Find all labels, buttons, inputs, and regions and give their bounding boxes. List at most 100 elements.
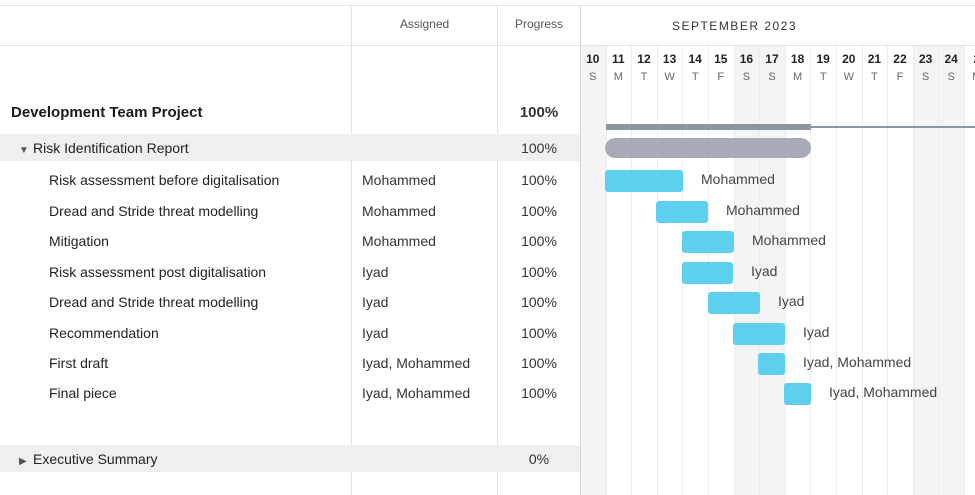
- progress-column-header[interactable]: Progress: [498, 17, 580, 31]
- day-gridline: [656, 46, 658, 495]
- group-summary-bar[interactable]: [605, 138, 811, 158]
- project-summary-bar[interactable]: [606, 124, 811, 130]
- group-progress: 100%: [521, 140, 557, 156]
- task-progress: 100%: [521, 203, 557, 219]
- day-gridline: [938, 46, 940, 495]
- col-divider-task: [351, 5, 352, 495]
- day-number: 15: [714, 52, 728, 66]
- day-number: 2: [964, 52, 975, 66]
- group-progress: 0%: [528, 451, 550, 467]
- task-progress: 100%: [521, 233, 557, 249]
- weekend-column: [912, 46, 939, 495]
- task-bar[interactable]: [708, 292, 760, 314]
- weekend-column: [580, 46, 606, 495]
- day-of-week: M: [964, 71, 975, 83]
- day-number: 16: [739, 52, 754, 66]
- day-number: 11: [612, 52, 625, 66]
- group-name: Executive Summary: [33, 451, 158, 467]
- task-progress: 100%: [521, 355, 557, 371]
- day-of-week: W: [664, 71, 675, 83]
- day-number: 10: [586, 52, 600, 66]
- day-of-week: W: [843, 71, 854, 83]
- task-name[interactable]: Dread and Stride threat modelling: [49, 294, 258, 310]
- day-number: 22: [893, 52, 907, 66]
- day-gridline: [964, 46, 965, 495]
- day-gridline: [733, 46, 735, 495]
- day-of-week: T: [819, 71, 827, 83]
- day-number: 20: [842, 52, 856, 66]
- task-assignee[interactable]: Iyad: [362, 294, 388, 310]
- day-gridline: [605, 46, 607, 495]
- day-of-week: S: [589, 71, 597, 83]
- task-name[interactable]: Risk assessment post digitalisation: [49, 264, 266, 280]
- task-bar[interactable]: [733, 323, 785, 345]
- task-bar[interactable]: [605, 170, 683, 192]
- task-progress: 100%: [521, 264, 557, 280]
- day-of-week: S: [921, 71, 930, 83]
- weekend-column: [938, 46, 964, 495]
- task-bar[interactable]: [784, 383, 811, 405]
- day-gridline: [836, 46, 837, 495]
- task-name[interactable]: Mitigation: [49, 233, 109, 249]
- project-timeline-line: [811, 126, 975, 128]
- project-name[interactable]: Development Team Project: [11, 104, 202, 121]
- task-bar-label: Iyad, Mohammed: [829, 384, 938, 400]
- task-assignee[interactable]: Mohammed: [362, 203, 436, 219]
- task-assignee[interactable]: Mohammed: [362, 233, 436, 249]
- day-number: 14: [688, 52, 702, 66]
- day-of-week: F: [717, 71, 725, 83]
- day-gridline: [912, 46, 914, 495]
- task-progress: 100%: [521, 172, 557, 188]
- task-progress: 100%: [521, 325, 557, 341]
- group-executive-summary[interactable]: ▶ Executive Summary: [19, 451, 157, 467]
- task-name[interactable]: First draft: [49, 355, 108, 371]
- task-assignee[interactable]: Iyad: [362, 264, 388, 280]
- col-divider-assigned: [497, 5, 498, 495]
- day-number: 17: [765, 52, 779, 66]
- task-bar[interactable]: [656, 201, 708, 223]
- day-of-week: T: [691, 71, 699, 83]
- task-bar-label: Iyad: [778, 293, 805, 309]
- day-number: 21: [867, 52, 882, 66]
- day-of-week: S: [768, 71, 776, 83]
- header-bottom-border: [0, 45, 975, 46]
- task-progress: 100%: [521, 385, 557, 401]
- day-of-week: T: [640, 71, 648, 83]
- task-progress: 100%: [521, 294, 557, 310]
- assigned-column-header[interactable]: Assigned: [352, 17, 497, 31]
- expand-caret-icon[interactable]: ▶: [19, 456, 33, 467]
- day-number: 19: [816, 52, 830, 66]
- task-bar[interactable]: [682, 262, 733, 284]
- task-assignee[interactable]: Mohammed: [362, 172, 436, 188]
- day-of-week: S: [947, 71, 955, 83]
- day-of-week: F: [896, 71, 904, 83]
- task-name[interactable]: Dread and Stride threat modelling: [49, 203, 258, 219]
- task-name[interactable]: Recommendation: [49, 325, 159, 341]
- group-name: Risk Identification Report: [33, 140, 189, 156]
- task-bar-label: Iyad: [751, 263, 778, 279]
- task-name[interactable]: Final piece: [49, 385, 117, 401]
- header-top-border: [0, 5, 975, 6]
- day-of-week: T: [871, 71, 878, 83]
- day-number: 23: [918, 52, 933, 66]
- task-bar[interactable]: [682, 231, 734, 253]
- task-bar-label: Mohammed: [752, 232, 826, 248]
- task-assignee[interactable]: Iyad: [362, 325, 388, 341]
- task-bar-label: Iyad: [803, 324, 830, 340]
- day-gridline: [784, 46, 786, 495]
- day-number: 24: [944, 52, 958, 66]
- group-risk-identification[interactable]: ▼ Risk Identification Report: [19, 140, 189, 156]
- day-gridline: [631, 46, 633, 495]
- day-of-week: S: [742, 71, 751, 83]
- task-assignee[interactable]: Iyad, Mohammed: [362, 385, 470, 401]
- day-gridline: [887, 46, 889, 495]
- day-of-week: M: [793, 71, 803, 83]
- task-assignee[interactable]: Iyad, Mohammed: [362, 355, 470, 371]
- day-gridline: [810, 46, 812, 495]
- task-bar-label: Mohammed: [726, 202, 800, 218]
- task-bar[interactable]: [758, 353, 785, 375]
- task-name[interactable]: Risk assessment before digitalisation: [49, 172, 279, 188]
- day-gridline: [861, 46, 863, 495]
- collapse-caret-icon[interactable]: ▼: [19, 145, 33, 156]
- task-bar-label: Mohammed: [701, 171, 775, 187]
